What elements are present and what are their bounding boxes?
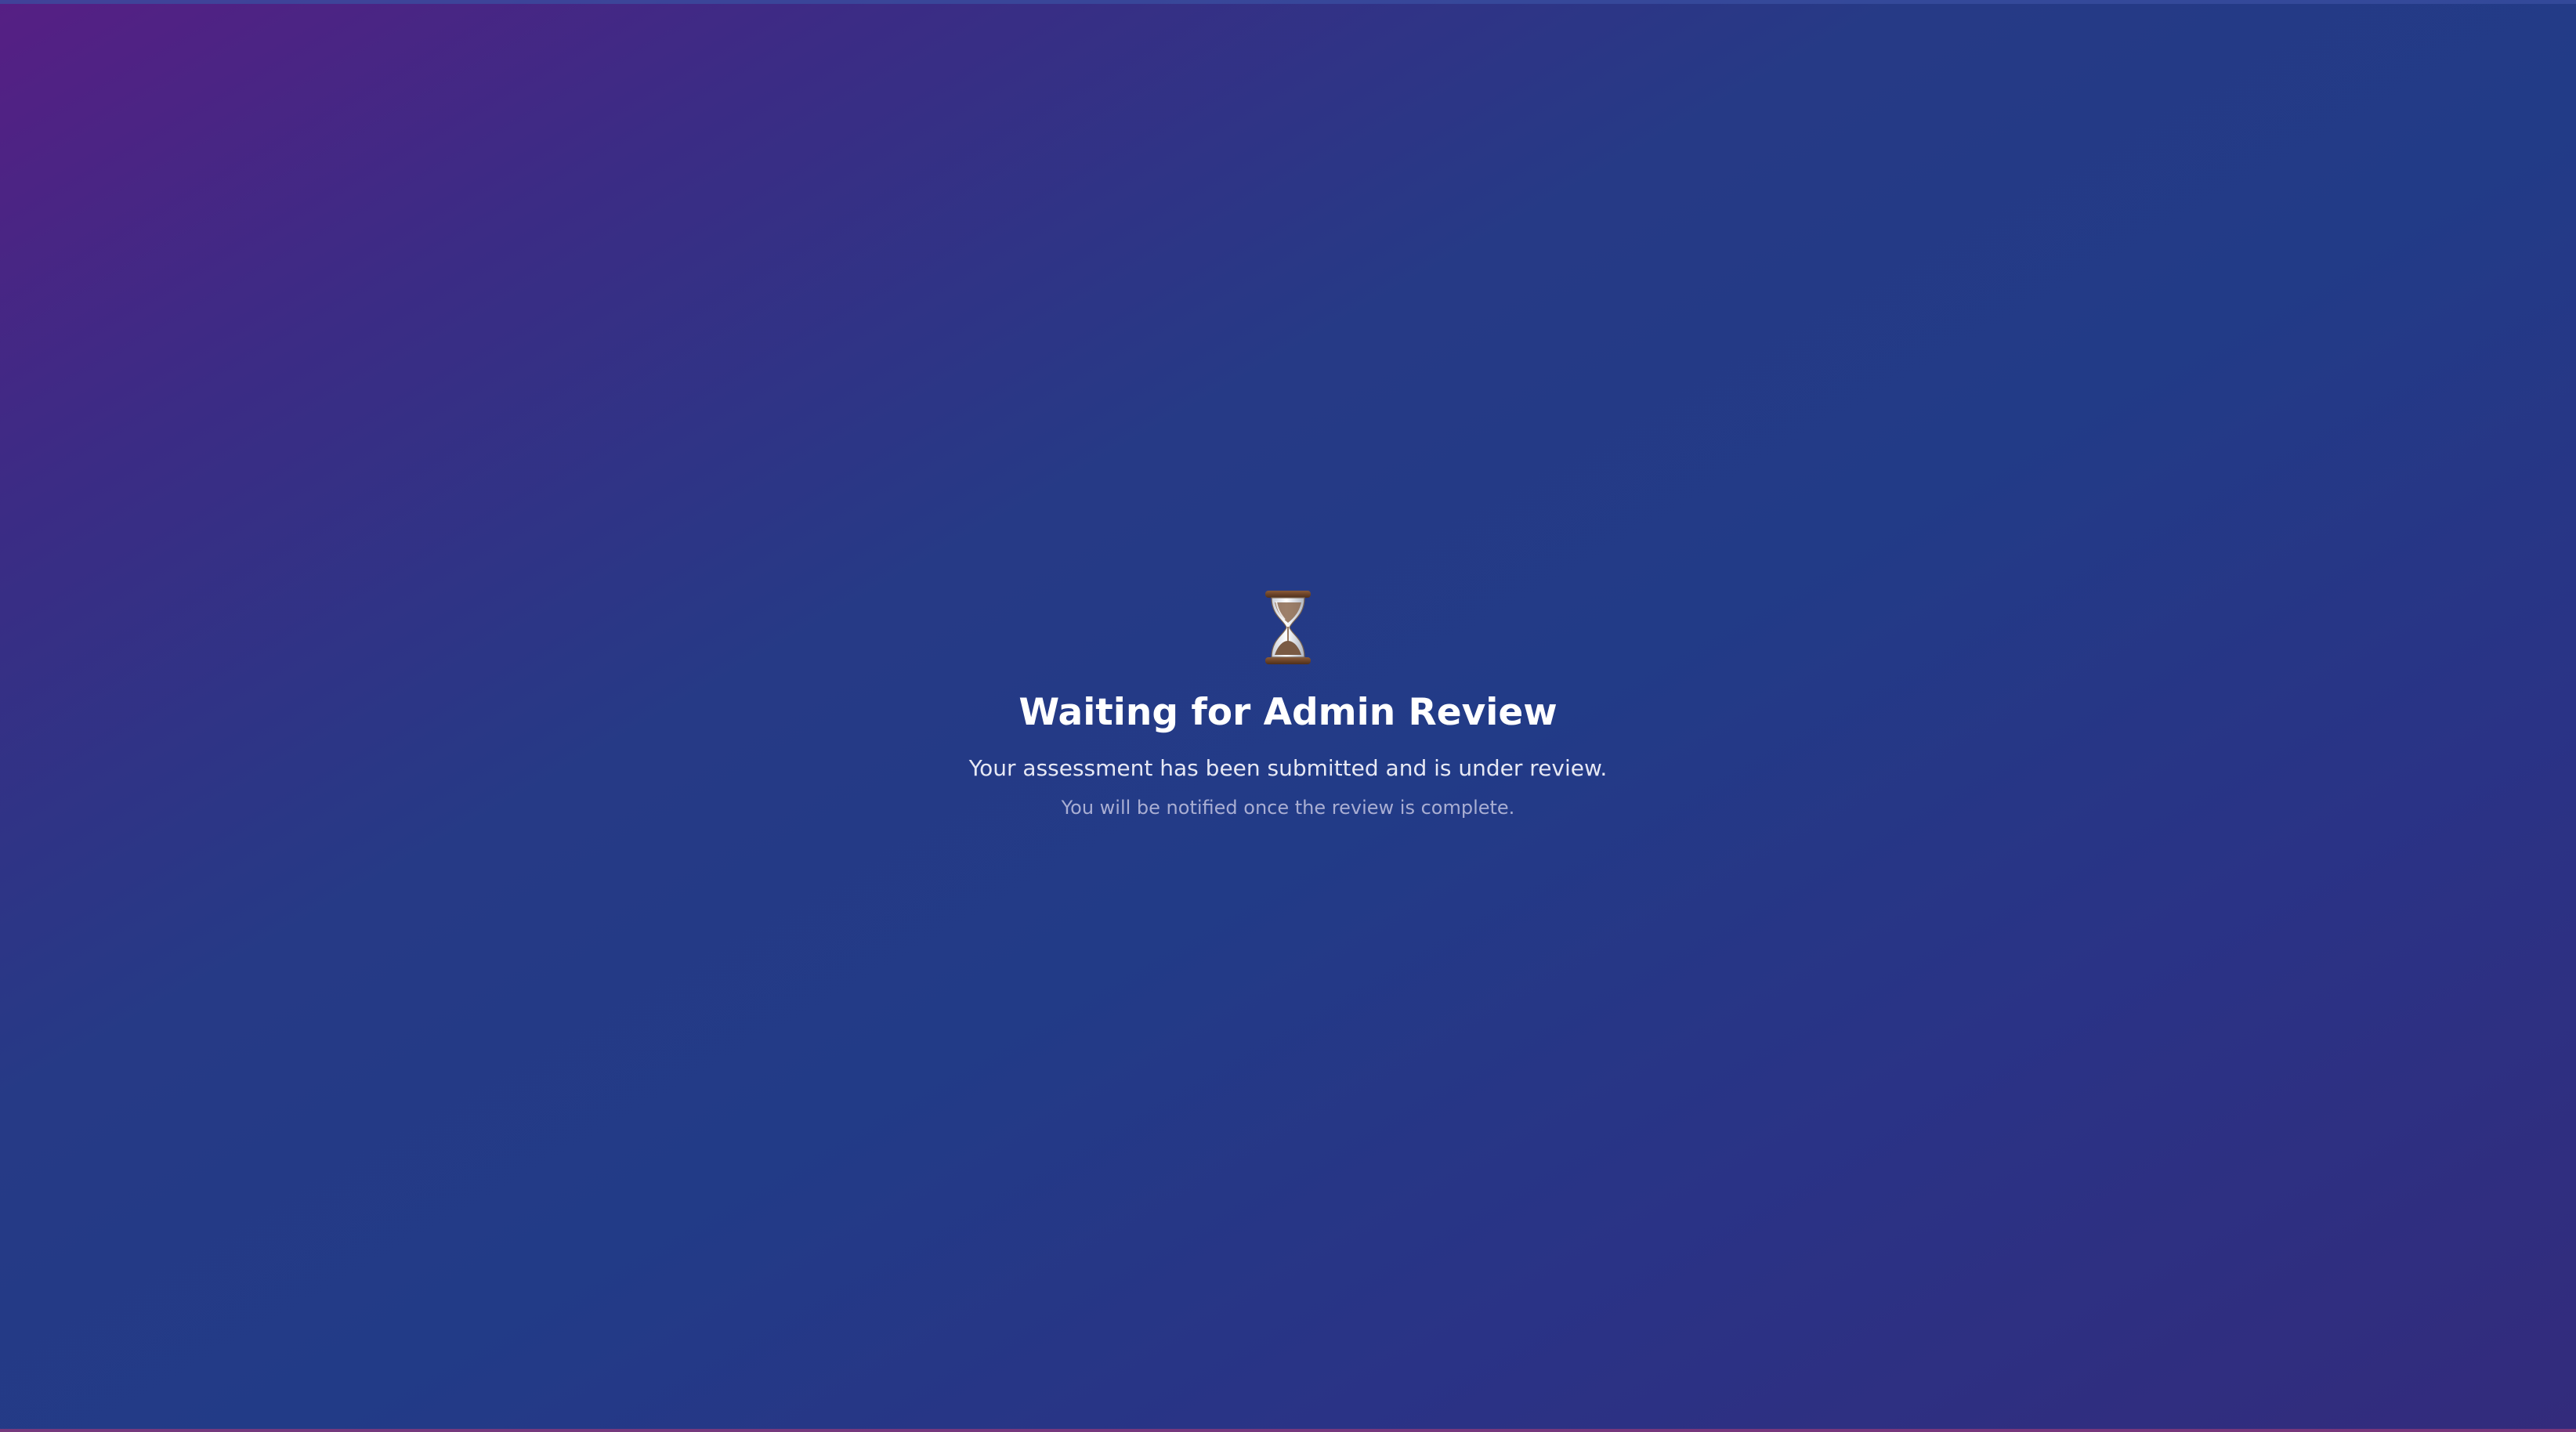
notification-note: You will be notified once the review is … bbox=[1061, 797, 1515, 819]
top-border bbox=[0, 0, 2576, 4]
page-title: Waiting for Admin Review bbox=[1018, 691, 1558, 734]
bottom-border bbox=[0, 1429, 2576, 1432]
status-message: Your assessment has been submitted and i… bbox=[968, 755, 1608, 781]
hourglass-icon bbox=[1265, 591, 1311, 664]
waiting-panel: Waiting for Admin Review Your assessment… bbox=[0, 589, 2576, 821]
